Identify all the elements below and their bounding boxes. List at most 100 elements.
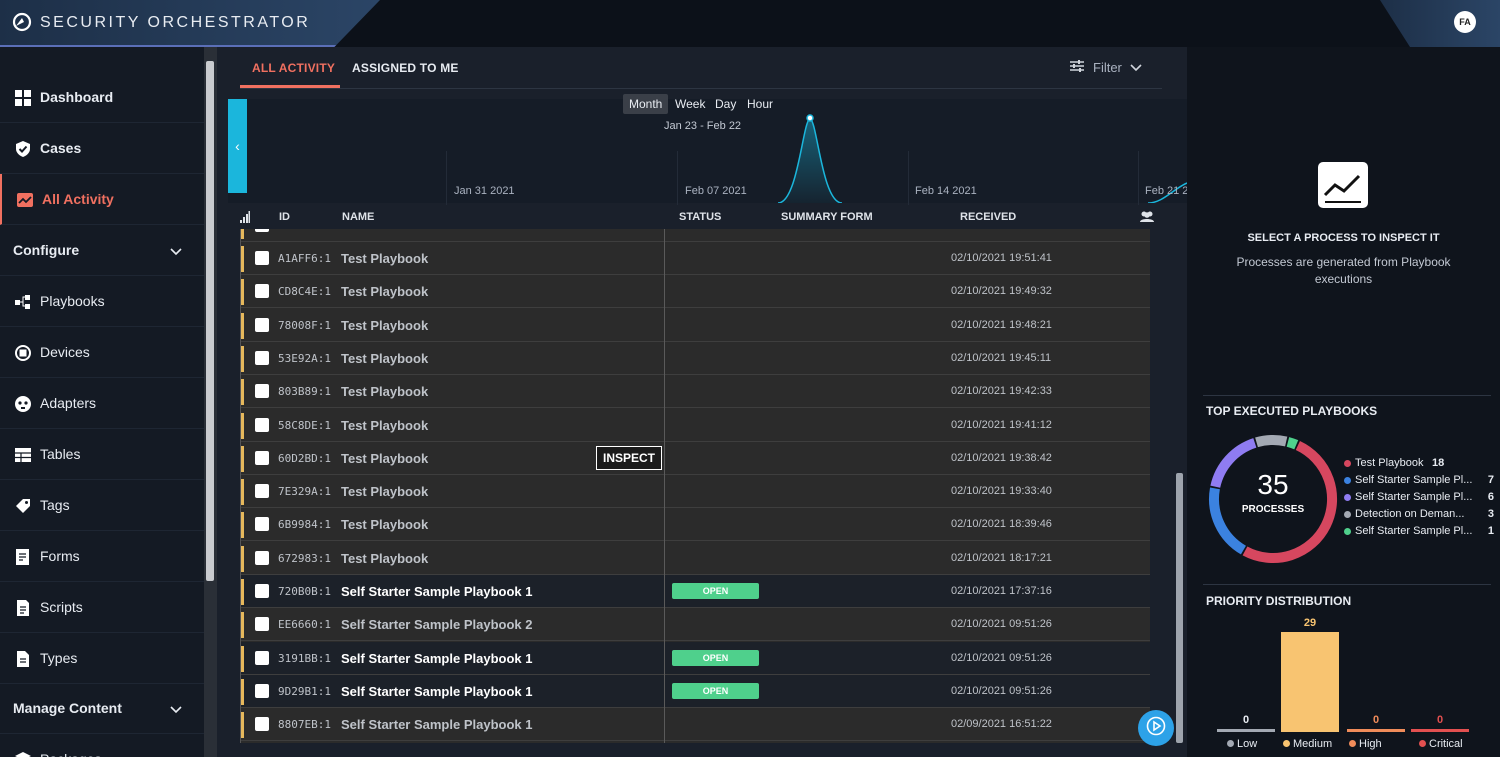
row-checkbox[interactable] bbox=[255, 550, 269, 565]
table-row[interactable]: 58C8DE:1 Test Playbook 02/10/2021 19:41:12 bbox=[241, 409, 1150, 442]
priority-bar[interactable] bbox=[1347, 729, 1405, 732]
table-scrollbar[interactable] bbox=[1173, 229, 1186, 757]
sidebar-item-devices[interactable]: Devices bbox=[0, 327, 204, 378]
sidebar-item-dashboard[interactable]: Dashboard bbox=[0, 72, 204, 123]
row-name[interactable]: Self Starter Sample Playbook 1 bbox=[341, 584, 532, 599]
sidebar-item-cases[interactable]: Cases bbox=[0, 123, 204, 174]
priority-title: PRIORITY DISTRIBUTION bbox=[1206, 594, 1352, 608]
row-checkbox[interactable] bbox=[255, 417, 269, 432]
sidebar-scrollbar-thumb[interactable] bbox=[206, 61, 214, 581]
legend-item[interactable]: Self Starter Sample Pl... 1 bbox=[1344, 525, 1494, 537]
row-checkbox[interactable] bbox=[255, 617, 269, 632]
table-row[interactable]: 672983:1 Test Playbook 02/10/2021 18:17:21 bbox=[241, 542, 1150, 575]
granularity-day[interactable]: Day bbox=[715, 97, 736, 111]
table-row[interactable]: CD8C4E:1 Test Playbook 02/10/2021 19:49:32 bbox=[241, 275, 1150, 309]
row-name[interactable]: Test Playbook bbox=[341, 251, 428, 266]
table-row[interactable]: 3191BB:1 Self Starter Sample Playbook 1 OP… bbox=[241, 641, 1150, 675]
row-checkbox[interactable] bbox=[255, 484, 269, 499]
priority-bar[interactable] bbox=[1217, 729, 1275, 732]
row-name[interactable]: Test Playbook bbox=[341, 351, 428, 366]
legend-item[interactable]: Test Playbook 18 bbox=[1344, 457, 1494, 469]
row-checkbox[interactable] bbox=[255, 317, 269, 332]
sidebar-item-packages[interactable]: Packages bbox=[0, 734, 204, 757]
row-checkbox[interactable] bbox=[255, 229, 269, 232]
priority-legend-item[interactable]: Medium bbox=[1283, 738, 1332, 750]
row-received: 02/10/2021 09:51:26 bbox=[951, 651, 1052, 664]
tab-assigned-to-me[interactable]: ASSIGNED TO ME bbox=[352, 61, 459, 75]
sidebar-item-scripts[interactable]: Scripts bbox=[0, 582, 204, 633]
table-row[interactable]: 53E92A:1 Test Playbook 02/10/2021 19:45:11 bbox=[241, 342, 1150, 375]
table-row[interactable]: 60D2BD:1 Test Playbook INSPECT 02/10/2021 1… bbox=[241, 442, 1150, 475]
row-name[interactable]: Test Playbook bbox=[341, 384, 428, 399]
table-scrollbar-thumb[interactable] bbox=[1176, 473, 1183, 743]
donut-slice[interactable] bbox=[1255, 435, 1288, 448]
row-name[interactable]: Self Starter Sample Playbook 1 bbox=[341, 684, 532, 699]
tab-all-activity[interactable]: ALL ACTIVITY bbox=[252, 61, 335, 75]
row-checkbox[interactable] bbox=[255, 517, 269, 532]
avatar[interactable]: FA bbox=[1454, 11, 1476, 33]
table-row[interactable]: 78008F:1 Test Playbook 02/10/2021 19:48:21 bbox=[241, 309, 1150, 342]
sidebar-item-adapters[interactable]: Adapters bbox=[0, 378, 204, 429]
column-status[interactable]: STATUS bbox=[679, 211, 721, 223]
row-name[interactable]: Test Playbook bbox=[341, 484, 428, 499]
table-row[interactable]: EE6660:1 Self Starter Sample Playbook 2 02… bbox=[241, 608, 1150, 642]
row-checkbox[interactable] bbox=[255, 384, 269, 399]
row-name[interactable]: Self Starter Sample Playbook 1 bbox=[341, 651, 532, 666]
sidebar-item-types[interactable]: Types bbox=[0, 633, 204, 684]
priority-bar[interactable] bbox=[1281, 632, 1339, 732]
priority-bar[interactable] bbox=[1411, 729, 1469, 732]
column-summary-form[interactable]: SUMMARY FORM bbox=[781, 211, 873, 223]
table-row[interactable]: 803B89:1 Test Playbook 02/10/2021 19:42:33 bbox=[241, 375, 1150, 409]
legend-item[interactable]: Self Starter Sample Pl... 7 bbox=[1344, 474, 1494, 486]
run-button[interactable] bbox=[1138, 710, 1174, 746]
table-row[interactable]: A1AFF6:1 Test Playbook 02/10/2021 19:51:41 bbox=[241, 242, 1150, 275]
row-checkbox[interactable] bbox=[255, 251, 269, 265]
table-row[interactable]: 720B0B:1 Self Starter Sample Playbook 1 OP… bbox=[241, 575, 1150, 608]
column-name[interactable]: NAME bbox=[342, 211, 374, 223]
sidebar-item-configure[interactable]: Configure bbox=[0, 225, 204, 276]
column-id[interactable]: ID bbox=[279, 211, 290, 223]
table-row[interactable]: 8807EB:1 Self Starter Sample Playbook 1 02… bbox=[241, 708, 1150, 742]
row-name[interactable]: Test Playbook bbox=[341, 451, 428, 466]
users-icon[interactable] bbox=[1139, 210, 1155, 226]
signal-bars-icon[interactable] bbox=[240, 211, 250, 226]
row-name[interactable]: Test Playbook bbox=[341, 517, 428, 532]
legend-item[interactable]: Detection on Deman... 3 bbox=[1344, 508, 1494, 520]
donut-slice[interactable] bbox=[1242, 440, 1338, 563]
table-row[interactable]: 6B9984:1 Test Playbook 02/10/2021 18:39:46 bbox=[241, 508, 1150, 542]
priority-legend-item[interactable]: Low bbox=[1227, 738, 1257, 750]
sidebar-item-tables[interactable]: Tables bbox=[0, 429, 204, 480]
table-row[interactable]: 9D29B1:1 Self Starter Sample Playbook 1 OP… bbox=[241, 674, 1150, 708]
sidebar-item-all-activity[interactable]: All Activity bbox=[0, 174, 204, 225]
row-checkbox[interactable] bbox=[255, 584, 269, 598]
legend-value: 3 bbox=[1487, 508, 1494, 520]
sidebar-item-forms[interactable]: Forms bbox=[0, 531, 204, 582]
table-row[interactable]: 7E329A:1 Test Playbook 02/10/2021 19:33:40 bbox=[241, 475, 1150, 509]
granularity-week[interactable]: Week bbox=[675, 97, 705, 111]
donut-slice[interactable] bbox=[1286, 437, 1299, 450]
granularity-hour[interactable]: Hour bbox=[747, 97, 773, 111]
row-name[interactable]: Test Playbook bbox=[341, 284, 428, 299]
row-name[interactable]: Test Playbook bbox=[341, 418, 428, 433]
legend-item[interactable]: Self Starter Sample Pl... 6 bbox=[1344, 491, 1494, 503]
priority-legend-item[interactable]: High bbox=[1349, 738, 1382, 750]
row-checkbox[interactable] bbox=[255, 284, 269, 299]
priority-legend-item[interactable]: Critical bbox=[1419, 738, 1463, 750]
row-checkbox[interactable] bbox=[255, 450, 269, 465]
sidebar-item-manage-content[interactable]: Manage Content bbox=[0, 683, 204, 734]
inspect-button[interactable]: INSPECT bbox=[596, 445, 662, 470]
sidebar-item-playbooks[interactable]: Playbooks bbox=[0, 276, 204, 327]
row-checkbox[interactable] bbox=[255, 350, 269, 365]
column-received[interactable]: RECEIVED bbox=[960, 211, 1016, 223]
row-name[interactable]: Test Playbook bbox=[341, 318, 428, 333]
row-name[interactable]: Self Starter Sample Playbook 1 bbox=[341, 717, 532, 732]
row-checkbox[interactable] bbox=[255, 650, 269, 665]
filter-button[interactable]: Filter bbox=[1069, 59, 1142, 76]
row-name[interactable]: Test Playbook bbox=[341, 551, 428, 566]
granularity-month[interactable]: Month bbox=[623, 94, 669, 114]
row-name[interactable]: Self Starter Sample Playbook 2 bbox=[341, 617, 532, 632]
row-checkbox[interactable] bbox=[255, 683, 269, 698]
sidebar-scrollbar[interactable] bbox=[204, 47, 217, 757]
row-checkbox[interactable] bbox=[255, 717, 269, 732]
sidebar-item-tags[interactable]: Tags bbox=[0, 480, 204, 531]
